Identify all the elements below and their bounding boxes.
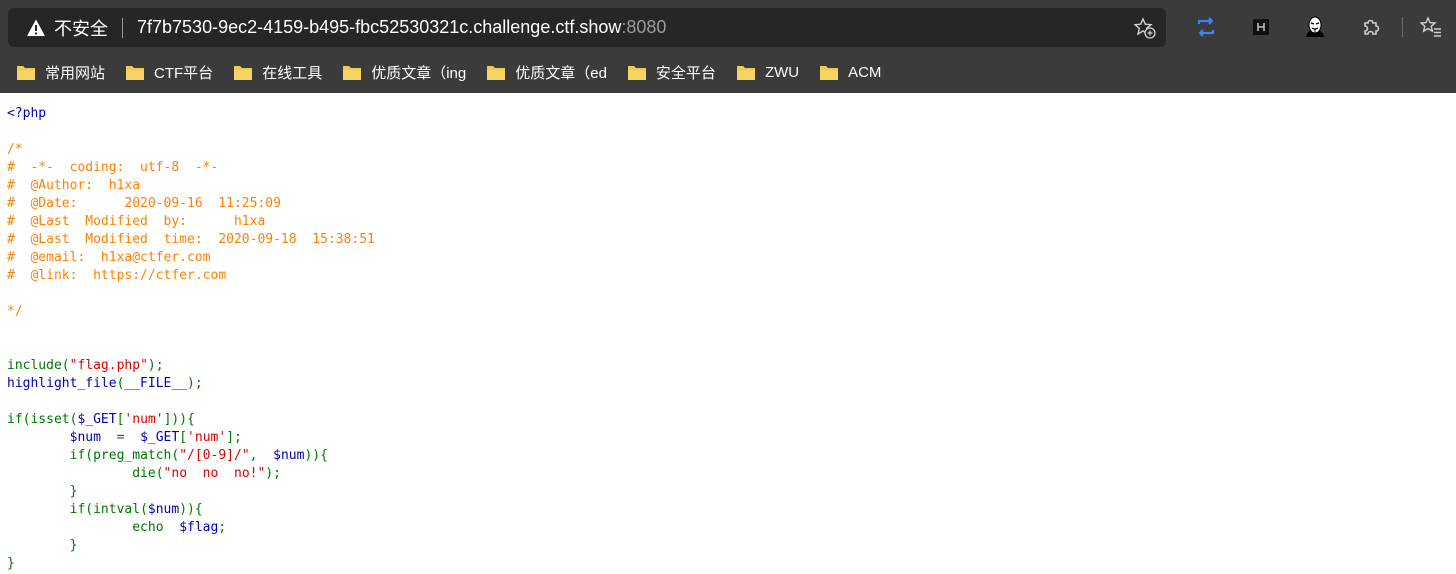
bookmark-folder[interactable]: ZWU bbox=[736, 64, 799, 81]
comment-line: # @link: https://ctfer.com bbox=[7, 268, 227, 283]
code-punct: ); bbox=[265, 466, 281, 481]
php-open-tag: <?php bbox=[7, 106, 47, 121]
code-punct: )){ bbox=[179, 502, 203, 517]
file-constant: __FILE__ bbox=[124, 376, 188, 391]
bookmark-label: 在线工具 bbox=[262, 65, 323, 82]
url-host: 7f7b7530-9ec2-4159-b495-fbc52530321c.cha… bbox=[137, 17, 622, 37]
php-source-code: <?php /* # -*- coding: utf-8 -*- # @Auth… bbox=[0, 93, 1456, 573]
die-message-string: "no no no!" bbox=[163, 466, 266, 481]
bookmark-label: ACM bbox=[848, 64, 882, 81]
folder-icon bbox=[126, 66, 145, 80]
num-variable: $num bbox=[273, 448, 305, 463]
echo-keyword: echo bbox=[132, 520, 180, 535]
add-favorite-icon[interactable] bbox=[1134, 17, 1156, 39]
comment-line: /* bbox=[7, 142, 23, 157]
comment-line: # @Date: 2020-09-16 11:25:09 bbox=[7, 196, 281, 211]
code-punct: ); bbox=[187, 376, 203, 391]
extensions-icon[interactable] bbox=[1360, 16, 1382, 38]
num-variable: $num bbox=[69, 430, 101, 445]
code-punct: [ bbox=[179, 430, 188, 445]
if-isset-keyword: if(isset( bbox=[7, 412, 78, 427]
code-punct: = bbox=[100, 430, 141, 445]
bookmark-folder[interactable]: CTF平台 bbox=[125, 62, 213, 83]
bookmark-label: 优质文章（ing bbox=[371, 65, 467, 82]
comment-line: */ bbox=[7, 304, 23, 319]
code-punct: ])){ bbox=[163, 412, 195, 427]
close-brace: } bbox=[69, 484, 78, 499]
flag-variable: $flag bbox=[179, 520, 219, 535]
address-divider bbox=[122, 17, 123, 38]
favorites-icon[interactable] bbox=[1420, 16, 1442, 38]
num-variable: $num bbox=[147, 502, 180, 517]
folder-icon bbox=[820, 66, 839, 80]
num-key-string: 'num' bbox=[187, 430, 227, 445]
warning-icon[interactable] bbox=[26, 18, 46, 38]
folder-icon bbox=[487, 66, 506, 80]
security-status-label[interactable]: 不安全 bbox=[54, 15, 108, 41]
regex-string: "/[0-9]/" bbox=[179, 448, 250, 463]
bookmarks-bar: 常用网站 CTF平台 在线工具 优质文章（ing 优质文章（ed 安全平台 ZW… bbox=[0, 52, 1456, 93]
folder-icon bbox=[234, 66, 253, 80]
comment-line: # @email: h1xa@ctfer.com bbox=[7, 250, 211, 265]
collections-icon[interactable] bbox=[1195, 16, 1217, 38]
die-keyword: die( bbox=[132, 466, 164, 481]
code-punct: , bbox=[249, 448, 274, 463]
preg-match-keyword: if(preg_match( bbox=[69, 448, 180, 463]
address-bar[interactable]: 不安全 7f7b7530-9ec2-4159-b495-fbc52530321c… bbox=[8, 8, 1166, 47]
code-punct: )){ bbox=[304, 448, 328, 463]
bookmark-label: 安全平台 bbox=[655, 65, 716, 82]
bookmark-label: ZWU bbox=[764, 64, 800, 81]
get-variable: $_GET bbox=[77, 412, 117, 427]
url-port: :8080 bbox=[621, 17, 667, 37]
code-punct: ); bbox=[147, 358, 164, 373]
bookmark-label: 常用网站 bbox=[45, 65, 106, 82]
browser-toolbar: 不安全 7f7b7530-9ec2-4159-b495-fbc52530321c… bbox=[0, 0, 1456, 52]
bookmark-label: CTF平台 bbox=[154, 65, 214, 82]
folder-icon bbox=[17, 66, 35, 80]
close-brace: } bbox=[69, 538, 78, 553]
comment-line: # @Author: h1xa bbox=[7, 178, 141, 193]
code-punct: ]; bbox=[226, 430, 242, 445]
highlight-function: highlight_file bbox=[7, 376, 117, 391]
folder-icon bbox=[343, 66, 362, 80]
comment-line: # @Last Modified by: h1xa bbox=[7, 214, 266, 229]
bookmark-folder[interactable]: 常用网站 bbox=[16, 62, 105, 83]
comment-line: # @Last Modified time: 2020-09-18 15:38:… bbox=[7, 232, 375, 247]
toolbar-divider bbox=[1402, 17, 1403, 37]
bookmark-folder[interactable]: ACM bbox=[819, 64, 881, 81]
code-punct: ; bbox=[218, 520, 227, 535]
folder-icon bbox=[627, 66, 646, 80]
close-brace: } bbox=[7, 556, 15, 571]
hackbar-extension-icon[interactable] bbox=[1250, 16, 1272, 38]
num-key-string: 'num' bbox=[124, 412, 164, 427]
bookmark-folder[interactable]: 在线工具 bbox=[233, 62, 322, 83]
bookmark-folder[interactable]: 优质文章（ing bbox=[342, 62, 466, 83]
bookmark-folder[interactable]: 优质文章（ed bbox=[486, 62, 607, 83]
anonymous-extension-icon[interactable] bbox=[1304, 16, 1326, 38]
get-variable: $_GET bbox=[140, 430, 180, 445]
intval-keyword: if(intval( bbox=[69, 502, 148, 517]
bookmark-label: 优质文章（ed bbox=[515, 65, 607, 82]
bookmark-folder[interactable]: 安全平台 bbox=[627, 62, 716, 83]
include-string: "flag.php" bbox=[69, 358, 148, 373]
comment-line: # -*- coding: utf-8 -*- bbox=[7, 160, 219, 175]
folder-icon bbox=[736, 66, 755, 80]
include-keyword: include( bbox=[7, 358, 70, 373]
url-text[interactable]: 7f7b7530-9ec2-4159-b495-fbc52530321c.cha… bbox=[137, 17, 666, 38]
